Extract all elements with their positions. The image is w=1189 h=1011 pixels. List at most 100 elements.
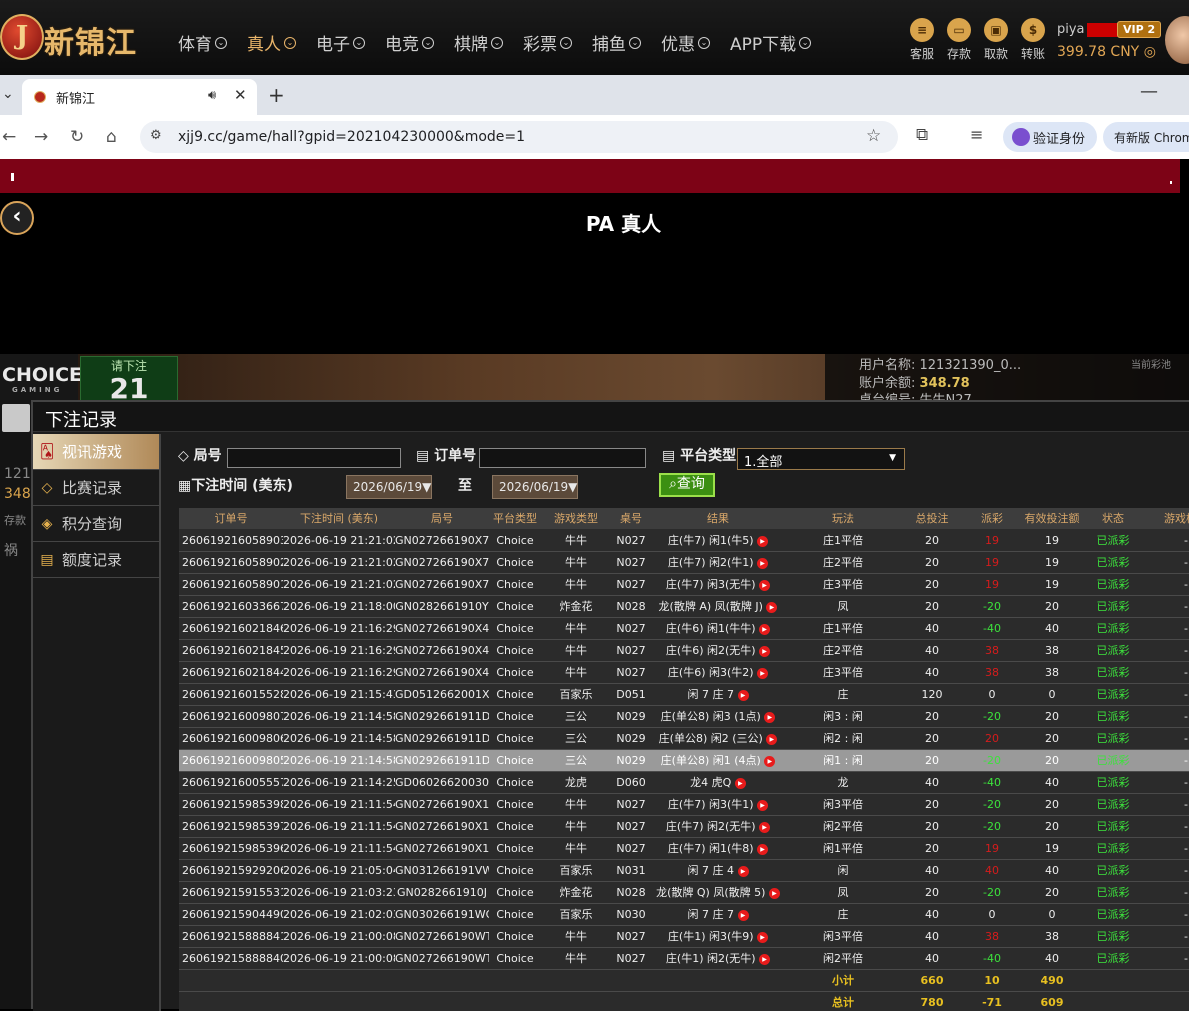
table-row[interactable]: 260619216005557 2026-06-19 21:14:25 GD0602… (179, 771, 1189, 794)
table-row[interactable]: 260619216015528 2026-06-19 21:15:43 GD0512… (179, 683, 1189, 706)
table-row[interactable]: 260619216009807 2026-06-19 21:14:58 GN0292… (179, 705, 1189, 728)
speaker-icon[interactable]: 🔊︎ (208, 88, 216, 103)
table-row[interactable]: 260619215985396 2026-06-19 21:11:54 GN0272… (179, 837, 1189, 860)
play-replay-icon[interactable]: ▶ (737, 909, 749, 921)
url-text[interactable]: xjj9.cc/game/hall?gpid=202104230000&mode… (178, 129, 525, 145)
cell: - (1143, 925, 1189, 948)
cell: D051 (611, 683, 651, 706)
cell: - (1143, 617, 1189, 640)
site-settings-icon[interactable]: ⚙ (150, 128, 162, 143)
table-row[interactable]: 260619215888840 2026-06-19 21:00:08 GN0272… (179, 947, 1189, 970)
nav-item-1[interactable]: 真人 ⌄ (247, 30, 296, 55)
play-replay-icon[interactable]: ▶ (766, 733, 778, 745)
play-replay-icon[interactable]: ▶ (764, 711, 776, 723)
table-row[interactable]: 260619215904490 2026-06-19 21:02:03 GN0302… (179, 903, 1189, 926)
table-row[interactable]: 260619216009806 2026-06-19 21:14:58 GN0292… (179, 727, 1189, 750)
date-to-picker[interactable]: 2026/06/19▼ (492, 475, 578, 499)
vip-badge: VIP 2 (1117, 21, 1162, 38)
play-replay-icon[interactable]: ▶ (759, 821, 771, 833)
deposit-button[interactable]: ▭ 存款 (944, 18, 974, 62)
table-row[interactable]: 260619216033667 2026-06-19 21:18:00 GN0282… (179, 595, 1189, 618)
close-tab-icon[interactable]: ✕ (234, 86, 247, 104)
table-row[interactable]: 260619215985397 2026-06-19 21:11:54 GN0272… (179, 815, 1189, 838)
transfer-button[interactable]: $ 转账 (1018, 18, 1048, 62)
balance[interactable]: 399.78 CNY ◎ (1057, 44, 1156, 60)
table-row[interactable]: 260619216021845 2026-06-19 21:16:29 GN0272… (179, 639, 1189, 662)
bet-record-table-wrapper[interactable]: 订单号 下注时间 (美东) 局号 平台类型 游戏类型 桌号 结果 玩法 总投注 派彩 有效投注额 状态… (179, 508, 1189, 1011)
notice-marker (1170, 181, 1172, 184)
play-replay-icon[interactable]: ▶ (757, 931, 769, 943)
play-replay-icon[interactable]: ▶ (757, 667, 769, 679)
table-row[interactable]: 260619216058901 2026-06-19 21:21:02 GN0272… (179, 573, 1189, 596)
menu-item-1[interactable]: ◇ 比赛记录 (33, 470, 159, 506)
table-row[interactable]: 260619216021844 2026-06-19 21:16:29 GN0272… (179, 661, 1189, 684)
play-replay-icon[interactable]: ▶ (757, 535, 769, 547)
cell: 20 (901, 595, 963, 618)
nav-item-7[interactable]: 优惠 ⌄ (661, 30, 710, 55)
nav-item-6[interactable]: 捕鱼 ⌄ (592, 30, 641, 55)
nav-item-3[interactable]: 电竞 ⌄ (385, 30, 434, 55)
cell: 260619215888840 (179, 947, 283, 970)
site-logo[interactable]: J 新锦江 (0, 12, 150, 62)
play-replay-icon[interactable]: ▶ (764, 755, 776, 767)
nav-item-0[interactable]: 体育 ⌄ (178, 30, 227, 55)
menu-item-0[interactable]: 🂡 视讯游戏 (33, 434, 159, 470)
platform-select[interactable]: 1.全部 ▼ (737, 448, 905, 470)
table-row[interactable]: 260619216021846 2026-06-19 21:16:29 GN0272… (179, 617, 1189, 640)
play-replay-icon[interactable]: ▶ (759, 645, 771, 657)
nav-item-8[interactable]: APP下载 ⌄ (730, 30, 812, 55)
refresh-icon[interactable]: ◎ (1144, 44, 1156, 60)
cell: -20 (963, 815, 1021, 838)
table-row[interactable]: 260619216058902 2026-06-19 21:21:02 GN0272… (179, 551, 1189, 574)
play-replay-icon[interactable]: ▶ (768, 887, 780, 899)
menu-item-2[interactable]: ◈ 积分查询 (33, 506, 159, 542)
table-row[interactable]: 260619215985398 2026-06-19 21:11:54 GN0272… (179, 793, 1189, 816)
home-icon[interactable]: ⌂ (106, 127, 117, 147)
nav-item-4[interactable]: 棋牌 ⌄ (454, 30, 503, 55)
media-control-icon[interactable]: ≡ (970, 125, 983, 144)
table-row[interactable]: 260619215929206 2026-06-19 21:05:04 GN0312… (179, 859, 1189, 882)
back-arrow-icon[interactable]: ← (2, 127, 16, 147)
bookmark-star-icon[interactable]: ☆ (866, 126, 881, 146)
menu-item-3[interactable]: ▤ 额度记录 (33, 542, 159, 578)
cell: 40 (1021, 859, 1083, 882)
play-replay-icon[interactable]: ▶ (759, 953, 771, 965)
play-replay-icon[interactable]: ▶ (737, 865, 749, 877)
play-replay-icon[interactable]: ▶ (757, 799, 769, 811)
withdraw-button[interactable]: ▣ 取款 (981, 18, 1011, 62)
tab-search-icon[interactable]: ⌄ (2, 86, 14, 102)
cell: - (1143, 881, 1189, 904)
nav-item-5[interactable]: 彩票 ⌄ (523, 30, 572, 55)
play-replay-icon[interactable]: ▶ (766, 601, 778, 613)
address-bar[interactable]: ⚙ xjj9.cc/game/hall?gpid=202104230000&mo… (140, 121, 898, 153)
verify-identity-button[interactable]: 验证身份 (1003, 122, 1097, 152)
table-row[interactable]: 260619215915531 2026-06-19 21:03:23 GN0282… (179, 881, 1189, 904)
cell: 2026-06-19 21:14:58 (283, 749, 395, 772)
forward-arrow-icon[interactable]: → (34, 127, 48, 147)
table-row[interactable]: 260619215888841 2026-06-19 21:00:08 GN0272… (179, 925, 1189, 948)
round-input[interactable] (227, 448, 401, 468)
play-replay-icon[interactable]: ▶ (737, 689, 749, 701)
minimize-button[interactable]: — (1140, 81, 1158, 102)
play-replay-icon[interactable]: ▶ (759, 623, 771, 635)
new-tab-button[interactable]: + (268, 83, 285, 107)
reload-icon[interactable]: ↻ (70, 127, 84, 147)
play-replay-icon[interactable]: ▶ (757, 557, 769, 569)
order-input[interactable] (479, 448, 646, 468)
customer-service-button[interactable]: ≡ 客服 (907, 18, 937, 62)
query-button[interactable]: ⌕查询 (659, 473, 715, 497)
play-replay-icon[interactable]: ▶ (757, 843, 769, 855)
date-from-picker[interactable]: 2026/06/19▼ (346, 475, 432, 499)
browser-tab[interactable]: 新锦江 🔊︎ ✕ (22, 79, 257, 115)
nav-item-2[interactable]: 电子 ⌄ (316, 30, 365, 55)
play-replay-icon[interactable]: ▶ (734, 777, 746, 789)
table-row[interactable]: 260619216058903 2026-06-19 21:21:02 GN0272… (179, 529, 1189, 552)
table-row[interactable]: 260619216009805 2026-06-19 21:14:58 GN0292… (179, 749, 1189, 772)
avatar[interactable] (1165, 16, 1189, 64)
extensions-icon[interactable]: ⧉ (916, 125, 928, 145)
play-replay-icon[interactable]: ▶ (759, 579, 771, 591)
update-chrome-button[interactable]: 有新版 Chrome (1103, 122, 1189, 152)
cell: GN027266190X4 (395, 617, 489, 640)
platform-label: ▤ 平台类型 (662, 448, 737, 464)
cell: GN027266190X7 (395, 573, 489, 596)
